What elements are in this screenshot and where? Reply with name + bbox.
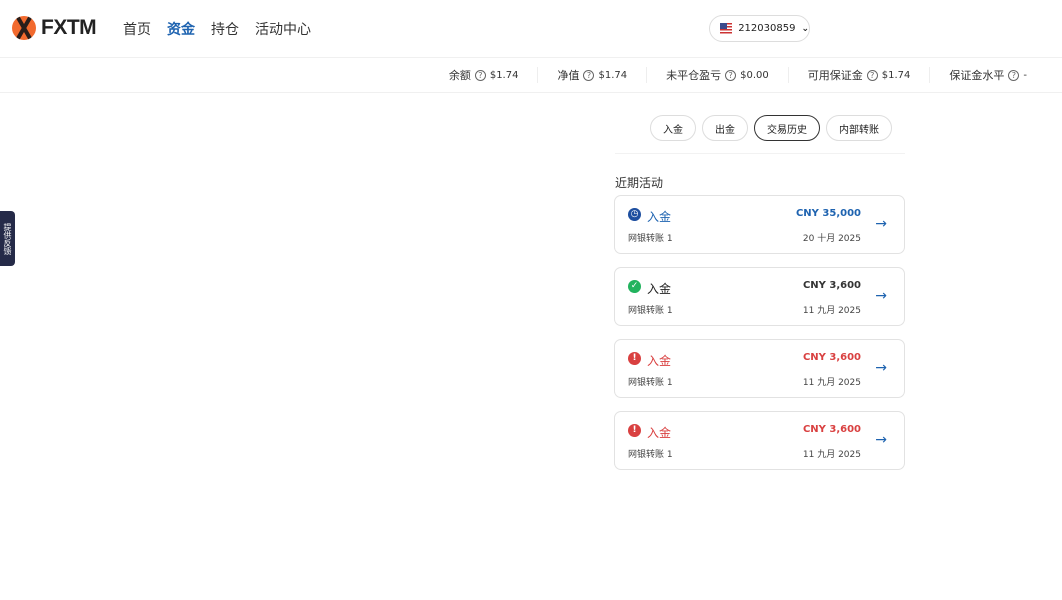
activity-amount: CNY 3,600 xyxy=(802,352,861,363)
activity-method: 网银转账 1 xyxy=(628,234,673,244)
arrow-right-icon[interactable]: → xyxy=(875,360,887,376)
stat-equity: 净值? $1.74 xyxy=(537,67,646,83)
nav-activity-center[interactable]: 活动中心 xyxy=(255,19,311,39)
nav-home[interactable]: 首页 xyxy=(123,19,151,39)
stat-balance: 余额? $1.74 xyxy=(430,67,538,83)
activity-type: 入金 xyxy=(647,282,672,296)
stat-free-margin: 可用保证金? $1.74 xyxy=(787,67,930,83)
tab-withdraw[interactable]: 出金 xyxy=(702,115,748,141)
section-title: 近期活动 xyxy=(615,176,664,190)
us-flag-icon xyxy=(720,23,733,34)
stat-value: $0.00 xyxy=(740,69,769,81)
nav-funds[interactable]: 资金 xyxy=(167,19,195,39)
header: FXTM 首页 资金 持仓 活动中心 212030859 ⌄ xyxy=(0,0,1062,58)
stat-label: 净值 xyxy=(557,69,580,82)
tab-internal-transfer[interactable]: 内部转账 xyxy=(826,115,892,141)
stat-value: $1.74 xyxy=(881,69,911,81)
activity-item[interactable]: ✓ 入金 网银转账 1 CNY 3,600 11 九月 2025 → xyxy=(614,267,905,326)
activity-date: 11 九月 2025 xyxy=(802,306,861,316)
activity-amount: CNY 35,000 xyxy=(795,208,861,219)
activity-type: 入金 xyxy=(647,210,672,224)
help-icon[interactable]: ? xyxy=(474,69,486,81)
tab-transaction-history[interactable]: 交易历史 xyxy=(754,115,820,141)
activity-amount: CNY 3,600 xyxy=(802,280,861,291)
account-selector[interactable]: 212030859 ⌄ xyxy=(709,15,810,42)
activity-type: 入金 xyxy=(647,354,672,368)
check-circle-icon: ✓ xyxy=(628,280,641,293)
help-icon[interactable]: ? xyxy=(725,69,737,81)
tab-deposit[interactable]: 入金 xyxy=(650,115,696,141)
stat-label: 未平仓盈亏 xyxy=(666,69,722,82)
activity-type: 入金 xyxy=(647,426,672,440)
activity-method: 网银转账 1 xyxy=(628,450,673,460)
activity-list: ◷ 入金 网银转账 1 CNY 35,000 20 十月 2025 → ✓ 入金… xyxy=(614,195,905,483)
stat-margin-level: 保证金水平? - xyxy=(929,67,1046,83)
stat-floating-pnl: 未平仓盈亏? $0.00 xyxy=(646,67,788,83)
activity-item[interactable]: ◷ 入金 网银转账 1 CNY 35,000 20 十月 2025 → xyxy=(614,195,905,254)
help-icon[interactable]: ? xyxy=(583,69,595,81)
activity-item[interactable]: ! 入金 网银转账 1 CNY 3,600 11 九月 2025 → xyxy=(614,339,905,398)
stat-label: 余额 xyxy=(448,69,471,82)
arrow-right-icon[interactable]: → xyxy=(875,432,887,448)
activity-amount: CNY 3,600 xyxy=(802,424,861,435)
funds-tabs: 入金 出金 交易历史 内部转账 xyxy=(650,115,892,141)
activity-item[interactable]: ! 入金 网银转账 1 CNY 3,600 11 九月 2025 → xyxy=(614,411,905,470)
account-number: 212030859 xyxy=(738,23,796,34)
brand-name: FXTM xyxy=(41,16,97,39)
activity-date: 20 十月 2025 xyxy=(802,234,861,244)
activity-method: 网银转账 1 xyxy=(628,306,673,316)
activity-date: 11 九月 2025 xyxy=(802,378,861,388)
arrow-right-icon[interactable]: → xyxy=(875,216,887,232)
divider xyxy=(615,153,905,154)
arrow-right-icon[interactable]: → xyxy=(875,288,887,304)
activity-method: 网银转账 1 xyxy=(628,378,673,388)
error-icon: ! xyxy=(628,424,641,437)
activity-date: 11 九月 2025 xyxy=(802,450,861,460)
stat-label: 保证金水平 xyxy=(949,69,1005,82)
help-icon[interactable]: ? xyxy=(1008,69,1020,81)
stat-label: 可用保证金 xyxy=(807,69,863,82)
nav-positions[interactable]: 持仓 xyxy=(211,19,239,39)
stat-value: - xyxy=(1023,69,1027,81)
stat-value: $1.74 xyxy=(489,69,519,81)
logo-icon xyxy=(12,16,36,40)
error-icon: ! xyxy=(628,352,641,365)
help-icon[interactable]: ? xyxy=(866,69,878,81)
stat-value: $1.74 xyxy=(598,69,628,81)
chevron-down-icon: ⌄ xyxy=(801,23,809,34)
fxtm-logo[interactable]: FXTM xyxy=(12,16,97,40)
clock-icon: ◷ xyxy=(628,208,641,221)
feedback-tab[interactable]: 提供反馈 xyxy=(0,211,15,266)
main-nav: 首页 资金 持仓 活动中心 xyxy=(123,19,311,39)
account-stats: 余额? $1.74 净值? $1.74 未平仓盈亏? $0.00 可用保证金? $1.7… xyxy=(0,58,1062,93)
